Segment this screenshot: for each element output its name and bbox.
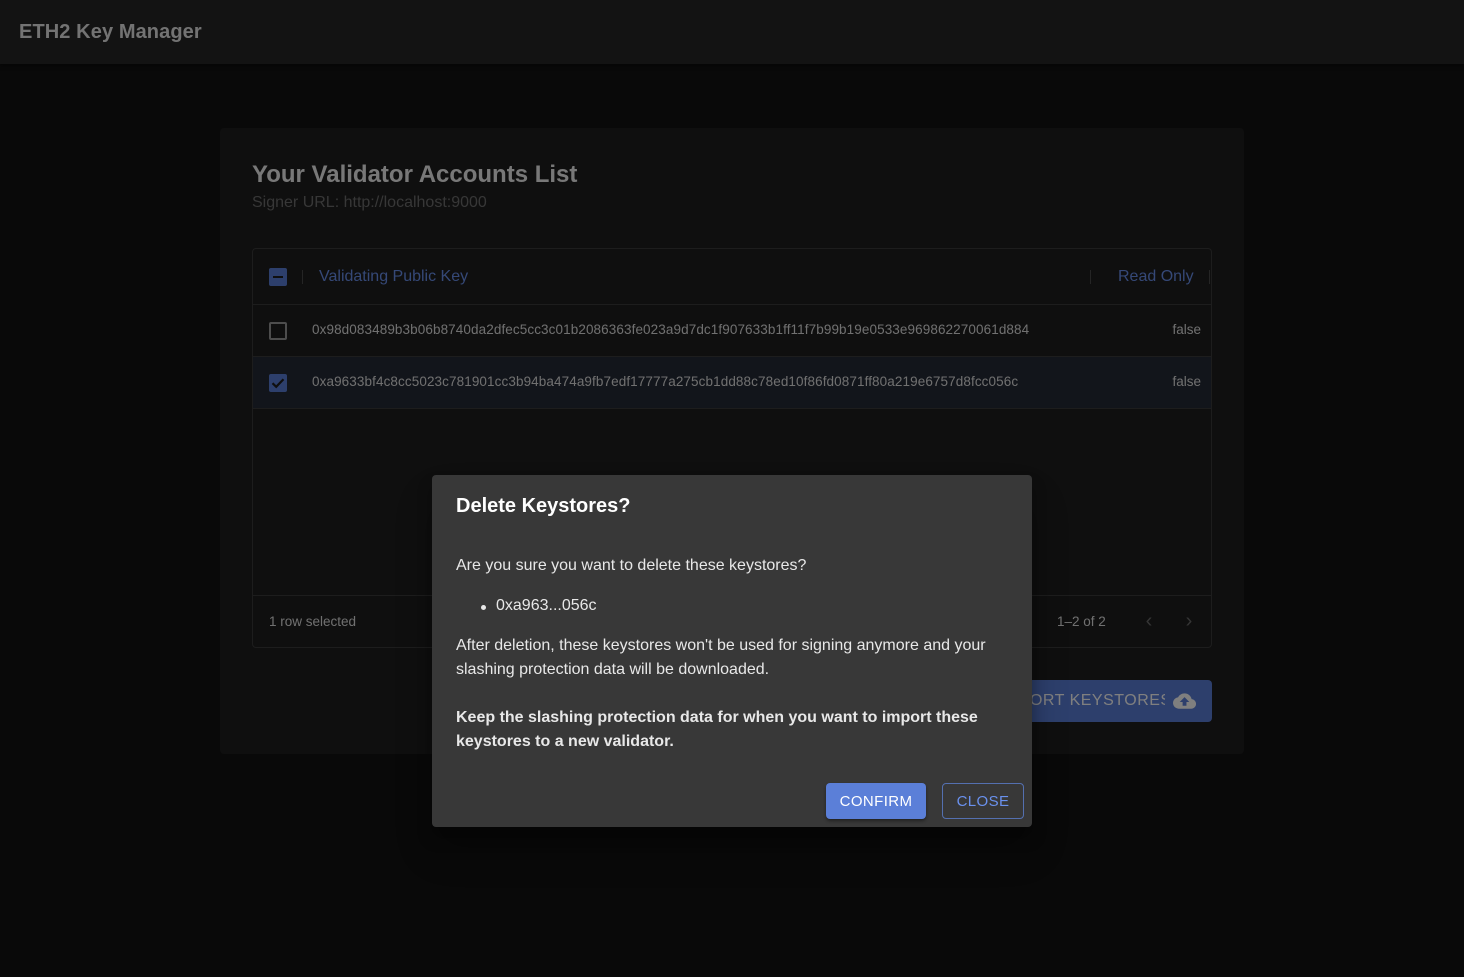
dialog-title: Delete Keystores? [456, 495, 631, 517]
dialog-note: Keep the slashing protection data for wh… [456, 709, 978, 750]
delete-keystores-dialog: Delete Keystores? Are you sure you want … [432, 475, 1032, 827]
close-button[interactable]: CLOSE [942, 783, 1024, 819]
confirm-button[interactable]: CONFIRM [826, 783, 926, 819]
dialog-warning: After deletion, these keystores won't be… [456, 637, 986, 678]
dialog-question: Are you sure you want to delete these ke… [456, 557, 807, 574]
list-item: 0xa963...056c [456, 597, 597, 615]
keystore-list: 0xa963...056c [456, 597, 597, 615]
